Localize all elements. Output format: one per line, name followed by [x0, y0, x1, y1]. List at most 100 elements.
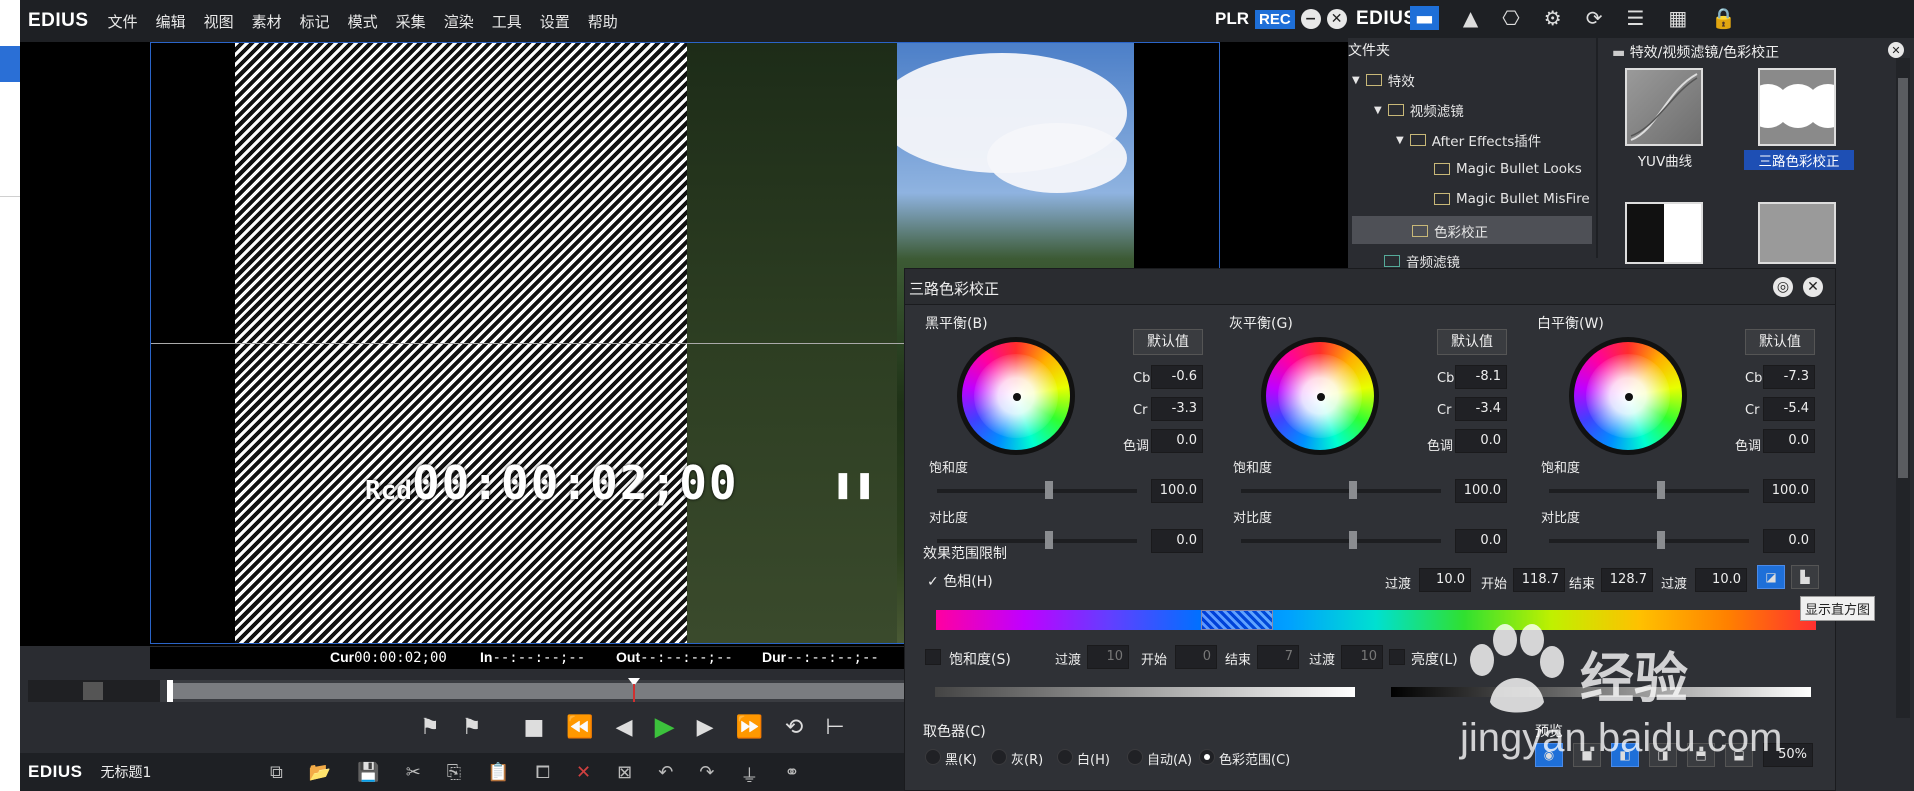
- three-way-thumb[interactable]: [1758, 68, 1836, 146]
- hue-range-selection[interactable]: [1201, 610, 1273, 630]
- add-marker-icon[interactable]: ⏚: [740, 762, 758, 788]
- tree-item-misfire[interactable]: Magic Bullet MisFire: [1434, 191, 1590, 207]
- menu-marker[interactable]: 标记: [291, 11, 339, 32]
- shuttle-knob[interactable]: [83, 682, 103, 700]
- gallery-scrollbar[interactable]: [1896, 58, 1910, 718]
- sat-trans1-field[interactable]: 10: [1087, 645, 1129, 669]
- thumb-levels[interactable]: [1758, 202, 1836, 264]
- gray-sat-slider[interactable]: [1241, 481, 1441, 499]
- hue-checkbox[interactable]: ✓ 色相(H): [927, 571, 993, 591]
- gray-hue-field[interactable]: 0.0: [1455, 429, 1507, 453]
- picker-range-radio[interactable]: [1199, 749, 1215, 765]
- hue-start-field[interactable]: 118.7: [1513, 568, 1565, 592]
- dialog-restore-icon[interactable]: ◎: [1773, 277, 1793, 297]
- set-out-icon[interactable]: ⚑: [462, 715, 482, 740]
- gray-cb-field[interactable]: -8.1: [1455, 365, 1507, 389]
- gray-cr-field[interactable]: -3.4: [1455, 397, 1507, 421]
- tree-item-effects[interactable]: ▼ 特效: [1352, 70, 1415, 90]
- yuv-curve-thumb[interactable]: [1625, 68, 1703, 146]
- save-icon[interactable]: 💾: [357, 762, 379, 788]
- stop-icon[interactable]: ■: [523, 715, 544, 740]
- triangle-icon[interactable]: ▲: [1463, 6, 1478, 30]
- hue-range-bar[interactable]: [936, 610, 1816, 630]
- paste-insert-icon[interactable]: ⧠: [536, 762, 550, 788]
- playhead[interactable]: [167, 680, 173, 702]
- white-sat-slider[interactable]: [1549, 481, 1749, 499]
- menu-tools[interactable]: 工具: [483, 11, 531, 32]
- black-sat-field[interactable]: 100.0: [1151, 479, 1203, 503]
- set-in-icon[interactable]: ⚑: [420, 715, 440, 740]
- step-back-icon[interactable]: ◀: [616, 715, 633, 740]
- menu-render[interactable]: 渲染: [435, 11, 483, 32]
- menu-view[interactable]: 视图: [195, 11, 243, 32]
- tree-item-video-filters[interactable]: ▼ 视频滤镜: [1374, 100, 1464, 120]
- undo-icon[interactable]: ↶: [658, 762, 673, 788]
- gray-con-slider[interactable]: [1241, 531, 1441, 549]
- white-hue-field[interactable]: 0.0: [1763, 429, 1815, 453]
- hue-trans1-field[interactable]: 10.0: [1419, 568, 1471, 592]
- menu-clip[interactable]: 素材: [243, 11, 291, 32]
- insert-icon[interactable]: ⊢: [825, 715, 844, 740]
- plr-label[interactable]: PLR: [1215, 9, 1249, 29]
- black-cr-field[interactable]: -3.3: [1151, 397, 1203, 421]
- black-cb-field[interactable]: -0.6: [1151, 365, 1203, 389]
- play-icon[interactable]: ▶: [655, 712, 675, 742]
- tree-item-after-effects[interactable]: ▼ After Effects插件: [1396, 130, 1541, 150]
- gray-sat-field[interactable]: 100.0: [1455, 479, 1507, 503]
- white-sat-field[interactable]: 100.0: [1763, 479, 1815, 503]
- network-icon[interactable]: ⎔: [1502, 6, 1519, 30]
- redo-icon[interactable]: ↷: [699, 762, 714, 788]
- gray-default-button[interactable]: 默认值: [1437, 329, 1507, 355]
- black-sat-slider[interactable]: [937, 481, 1137, 499]
- link-icon[interactable]: ⚭: [784, 762, 799, 788]
- lock-icon[interactable]: 🔒: [1711, 6, 1736, 30]
- white-con-field[interactable]: 0.0: [1763, 529, 1815, 553]
- gray-con-field[interactable]: 0.0: [1455, 529, 1507, 553]
- history-icon[interactable]: ⟳: [1586, 6, 1603, 30]
- white-cr-field[interactable]: -5.4: [1763, 397, 1815, 421]
- sat-range-bar[interactable]: [935, 687, 1355, 697]
- histogram-icon[interactable]: ▙: [1791, 565, 1819, 589]
- lum-checkbox[interactable]: [1389, 649, 1405, 665]
- rewind-icon[interactable]: ⏪: [566, 715, 593, 740]
- copy-icon[interactable]: ⎘: [447, 762, 461, 788]
- hue-end-field[interactable]: 128.7: [1601, 568, 1653, 592]
- hue-trans2-field[interactable]: 10.0: [1695, 568, 1747, 592]
- sat-checkbox[interactable]: [925, 649, 941, 665]
- sequence-icon[interactable]: ⧉: [270, 762, 283, 788]
- open-icon[interactable]: 📂: [309, 762, 331, 788]
- picker-black-radio[interactable]: [925, 749, 941, 765]
- minimize-icon[interactable]: −: [1300, 9, 1321, 29]
- step-forward-icon[interactable]: ▶: [697, 715, 714, 740]
- paste-icon[interactable]: 📋: [487, 762, 509, 788]
- tree-item-color-correction[interactable]: 色彩校正: [1412, 221, 1488, 241]
- delete-icon[interactable]: ✕: [576, 762, 591, 788]
- white-con-slider[interactable]: [1549, 531, 1749, 549]
- thumb-contrast[interactable]: [1625, 202, 1703, 264]
- menu-edit[interactable]: 编辑: [147, 11, 195, 32]
- black-hue-field[interactable]: 0.0: [1151, 429, 1203, 453]
- white-default-button[interactable]: 默认值: [1745, 329, 1815, 355]
- sat-end-field[interactable]: 7: [1257, 645, 1299, 669]
- cut-icon[interactable]: ✂: [406, 762, 421, 788]
- picker-gray-radio[interactable]: [991, 749, 1007, 765]
- menu-file[interactable]: 文件: [99, 11, 147, 32]
- sat-start-field[interactable]: 0: [1175, 645, 1217, 669]
- menu-help[interactable]: 帮助: [579, 11, 627, 32]
- ripple-delete-icon[interactable]: ⊠: [617, 762, 632, 788]
- black-color-wheel[interactable]: [957, 337, 1075, 455]
- menu-settings[interactable]: 设置: [531, 11, 579, 32]
- white-cb-field[interactable]: -7.3: [1763, 365, 1815, 389]
- folder-icon[interactable]: ▬: [1410, 6, 1439, 30]
- add-effect-icon[interactable]: ⚙: [1544, 6, 1562, 30]
- list-view-icon[interactable]: ☰: [1626, 6, 1644, 30]
- tree-item-looks[interactable]: Magic Bullet Looks: [1434, 161, 1582, 177]
- fast-forward-icon[interactable]: ⏩: [736, 715, 763, 740]
- dialog-close-icon[interactable]: ✕: [1803, 277, 1823, 297]
- rec-button[interactable]: REC: [1255, 9, 1295, 29]
- loop-icon[interactable]: ⟲: [785, 715, 803, 740]
- gallery-close-icon[interactable]: ✕: [1888, 42, 1904, 58]
- gray-color-wheel[interactable]: [1261, 337, 1379, 455]
- black-con-field[interactable]: 0.0: [1151, 529, 1203, 553]
- grid-view-icon[interactable]: ▦: [1668, 6, 1687, 30]
